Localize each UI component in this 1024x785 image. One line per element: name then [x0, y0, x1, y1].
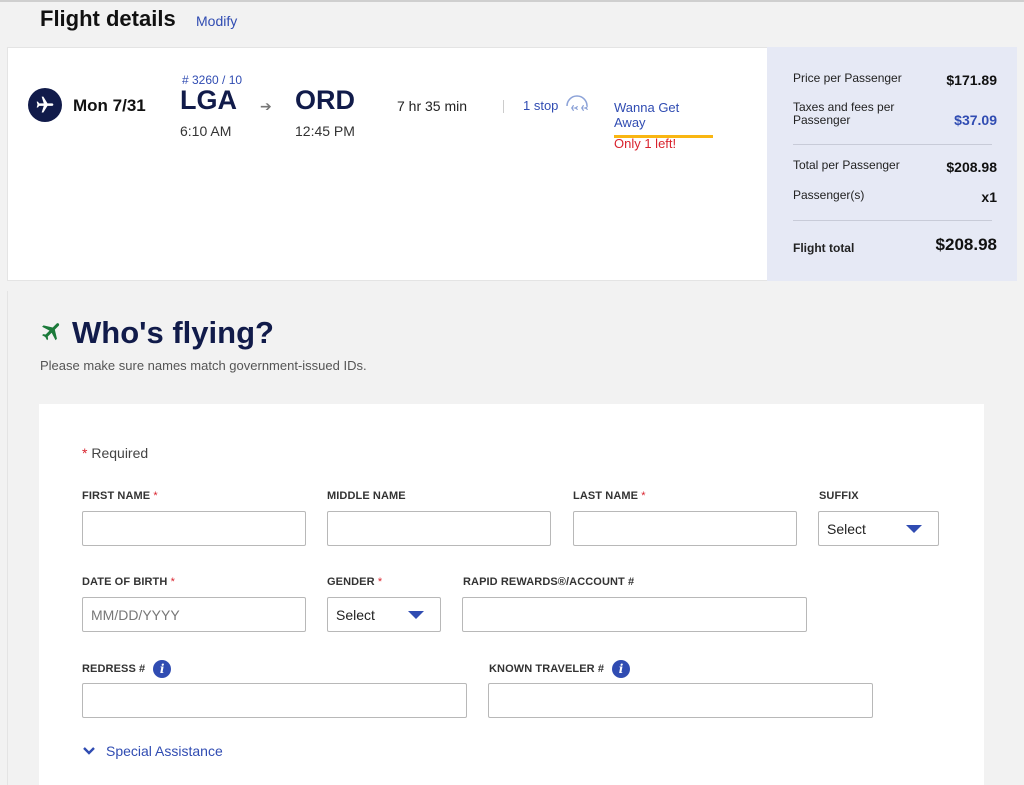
airplane-icon [40, 319, 64, 348]
info-icon[interactable]: i [153, 660, 172, 678]
rapid-rewards-label: RAPID REWARDS®/ACCOUNT # [463, 576, 635, 588]
page-subtitle: Please make sure names match government-… [40, 358, 367, 373]
rapid-rewards-input[interactable] [462, 597, 807, 632]
total-per-passenger-label: Total per Passenger [793, 158, 900, 172]
chevron-down-icon [408, 610, 424, 619]
airplane-icon [28, 88, 62, 122]
date-of-birth-input[interactable] [82, 597, 306, 632]
passengers-value: x1 [981, 189, 997, 205]
taxes-label: Taxes and fees per Passenger [793, 100, 895, 127]
divider [793, 220, 992, 221]
price-per-passenger-value: $171.89 [946, 72, 997, 88]
gender-label: GENDER * [327, 576, 383, 588]
modify-link[interactable]: Modify [196, 13, 237, 29]
chevron-down-icon [83, 747, 95, 755]
passengers-label: Passenger(s) [793, 188, 865, 202]
flight-total-label: Flight total [793, 241, 855, 255]
first-name-input[interactable] [82, 511, 306, 546]
date-of-birth-label: DATE OF BIRTH * [82, 576, 175, 588]
divider [793, 144, 992, 145]
suffix-select[interactable]: Select [818, 511, 939, 546]
flight-duration: 7 hr 35 min [397, 98, 468, 114]
arrival-time: 12:45 PM [295, 123, 355, 139]
passenger-form: * Required FIRST NAME * MIDDLE NAME LAST… [39, 404, 984, 785]
flight-details-title: Flight details [40, 6, 176, 31]
special-assistance-toggle[interactable]: Special Assistance [82, 743, 223, 759]
departure-time: 6:10 AM [180, 123, 232, 139]
page-title: Who's flying? [72, 315, 274, 350]
total-per-passenger-value: $208.98 [946, 159, 997, 175]
connecting-flight-icon [564, 94, 590, 121]
fare-type-link[interactable]: Wanna Get Away [614, 100, 713, 138]
price-summary-panel: Price per Passenger $171.89 Taxes and fe… [767, 47, 1017, 281]
origin-airport-code: LGA [180, 85, 237, 115]
whos-flying-heading: Who's flying? [40, 315, 274, 351]
known-traveler-input[interactable] [488, 683, 873, 718]
taxes-value: $37.09 [954, 112, 997, 128]
redress-label: REDRESS # i [82, 660, 172, 678]
seats-remaining: Only 1 left! [614, 136, 677, 151]
gender-select[interactable]: Select [327, 597, 441, 632]
destination-airport-code: ORD [295, 85, 355, 115]
top-divider [0, 0, 1024, 2]
redress-input[interactable] [82, 683, 467, 718]
divider [503, 100, 504, 113]
stops-link[interactable]: 1 stop [523, 98, 558, 113]
flight-date: Mon 7/31 [73, 96, 146, 115]
suffix-label: SUFFIX [819, 490, 859, 502]
known-traveler-label: KNOWN TRAVELER # i [489, 660, 631, 678]
first-name-label: FIRST NAME * [82, 490, 158, 502]
flight-card: Mon 7/31 # 3260 / 10 LGA 6:10 AM ➔ ORD 1… [7, 47, 1017, 281]
flight-total-value: $208.98 [935, 235, 997, 254]
last-name-label: LAST NAME * [573, 490, 646, 502]
middle-name-label: MIDDLE NAME [327, 490, 406, 502]
chevron-down-icon [906, 524, 922, 533]
middle-name-input[interactable] [327, 511, 551, 546]
info-icon[interactable]: i [612, 660, 631, 678]
last-name-input[interactable] [573, 511, 797, 546]
required-note: * Required [82, 445, 149, 461]
arrow-right-icon: ➔ [260, 98, 272, 114]
price-per-passenger-label: Price per Passenger [793, 71, 902, 85]
